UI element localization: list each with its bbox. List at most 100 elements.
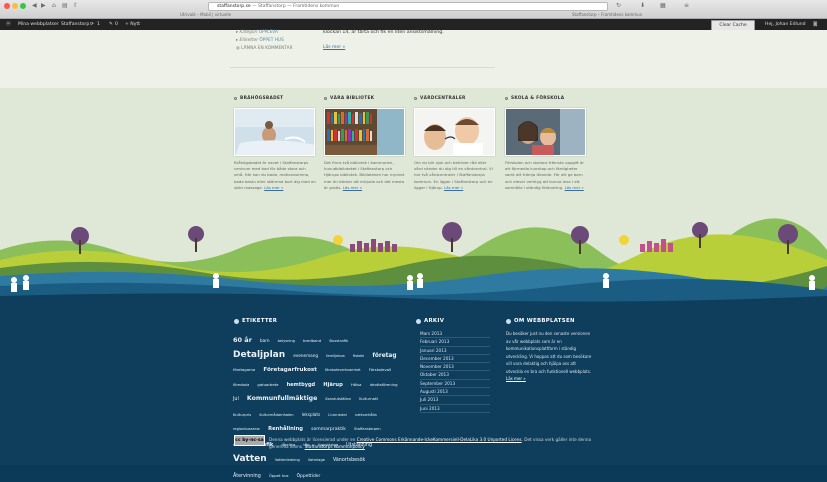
archive-month-link[interactable]: Juni 2013 — [420, 405, 490, 413]
tag-link[interactable]: bredband — [303, 338, 321, 343]
tag-link[interactable]: Konstutställan — [325, 397, 351, 401]
tag-link[interactable]: Jul — [233, 397, 239, 402]
tag-link[interactable]: föreskola — [233, 383, 249, 387]
feature-title: VÅRA BIBLIOTEK — [324, 96, 406, 101]
archive-month-link[interactable]: Augusti 2013 — [420, 388, 490, 397]
tab-staffanstorp[interactable]: Staffanstorp – Framtidens kommun — [572, 12, 642, 17]
tag-link[interactable]: regionbusserar — [233, 427, 260, 431]
forward-icon[interactable]: ▶ — [41, 2, 46, 9]
tag-link[interactable]: 60 år — [233, 336, 252, 344]
leave-comment-link[interactable]: LÄMNA EN KOMMENTAR — [241, 46, 292, 51]
tag-link[interactable]: gatuarbete — [257, 382, 278, 387]
tag-link[interactable]: företagarna — [233, 367, 255, 372]
post-tags: ▸ Etiketter ÖPPET HUS — [236, 38, 284, 43]
feature-read-more-link[interactable]: Läs mer » — [343, 185, 362, 190]
feature-read-more-link[interactable]: Läs mer » — [264, 185, 283, 190]
license-link[interactable]: Creative Commons Erkännande-IckeKommersi… — [357, 437, 522, 442]
bathhouse-photo[interactable] — [234, 108, 315, 156]
post-read-more-link[interactable]: Läs mer » — [323, 45, 345, 50]
site-name-link[interactable]: Staffanstorp — [61, 19, 89, 30]
policy-link[interactable]: Staffanstorps Kommunpolicy — [305, 444, 365, 449]
tag-link[interactable]: evenemang — [293, 353, 318, 358]
library-photo[interactable] — [324, 108, 405, 156]
tag-link[interactable]: belysning — [278, 339, 295, 343]
tag-link[interactable]: Kulturpris — [233, 412, 251, 417]
archive-month-link[interactable]: Mars 2013 — [420, 330, 490, 339]
post-category: ▸ Kategori UPPLEVA — [236, 30, 278, 35]
tag-link[interactable]: Öppet hus — [269, 473, 289, 478]
archive-month-link[interactable]: September 2013 — [420, 380, 490, 389]
share-icon[interactable]: ⇧ — [73, 2, 78, 9]
zoom-window-button[interactable] — [20, 3, 26, 9]
updates-count[interactable]: 1 — [97, 19, 100, 30]
tag-link[interactable]: familjebus — [326, 354, 345, 358]
menu-icon[interactable]: ≡ — [684, 2, 689, 9]
tag-link[interactable]: ÖPPET HUS — [259, 38, 283, 43]
tag-link[interactable]: idrottsförening — [370, 382, 398, 387]
tag-link[interactable]: förskoleverksamhet — [325, 368, 361, 372]
feature-read-more-link[interactable]: Läs mer » — [444, 185, 463, 190]
minimize-window-button[interactable] — [12, 3, 18, 9]
healthcare-photo[interactable] — [414, 108, 495, 156]
post-body: klockan 14, är tårta och fik en liten an… — [323, 30, 444, 35]
tag-link[interactable]: barn — [260, 338, 270, 343]
my-sites-link[interactable]: Mina webbplatser — [18, 19, 59, 30]
archive-month-link[interactable]: Januari 2013 — [420, 347, 490, 355]
tag-link[interactable]: Kommunfullmäktige — [247, 395, 317, 402]
feature-title: BRÅHÖGSBADET — [234, 96, 316, 101]
archive-month-link[interactable]: Juli 2013 — [420, 396, 490, 405]
archive-month-link[interactable]: December 2013 — [420, 355, 490, 364]
comments-count[interactable]: 0 — [115, 19, 118, 30]
tag-link[interactable]: Liunnedal — [328, 412, 347, 417]
tag-link[interactable]: Vänortsbesök — [333, 458, 365, 463]
about-heading: OM WEBBPLATSEN — [506, 318, 575, 324]
about-read-more-link[interactable]: Läs mer » — [506, 376, 526, 381]
new-content-link[interactable]: + Nytt — [125, 19, 140, 30]
tag-link[interactable]: Staffanstorpen — [354, 427, 381, 431]
tag-link[interactable]: Kulturnatt — [359, 396, 378, 401]
archive-month-link[interactable]: Februari 2013 — [420, 338, 490, 347]
creative-commons-badge[interactable]: cc by-nc-sa — [234, 435, 265, 446]
category-link[interactable]: UPPLEVA — [259, 30, 278, 35]
tag-link[interactable]: Återvinning — [233, 474, 261, 479]
tag-link[interactable]: Företagarfrukost — [263, 367, 317, 373]
avatar[interactable]: ◙ — [813, 19, 817, 30]
tag-link[interactable]: Hälsa — [351, 382, 362, 387]
close-window-button[interactable] — [4, 3, 10, 9]
tag-link[interactable]: Förskolevall — [369, 367, 391, 372]
tag-link[interactable]: företag — [372, 353, 396, 359]
tag-link[interactable]: Vattenledning — [275, 458, 300, 462]
archive-month-link[interactable]: Oktober 2013 — [420, 371, 490, 380]
archive-month-link[interactable]: November 2013 — [420, 363, 490, 372]
address-bar[interactable]: staffanstorp.se — Staffanstorp — Framtid… — [208, 2, 608, 11]
tag-link[interactable]: leksplats — [302, 412, 321, 417]
back-icon[interactable]: ◀ — [32, 2, 37, 9]
feature-read-more-link[interactable]: Läs mer » — [565, 185, 584, 190]
download-icon[interactable]: ⬇ — [640, 2, 645, 9]
tag-link[interactable]: nattvarhålla — [355, 413, 377, 417]
tag-link[interactable]: Detaljplan — [233, 350, 285, 360]
reload-icon[interactable]: ↻ — [616, 2, 621, 9]
greeting-link[interactable]: Hej, Johan Edlund — [765, 19, 806, 30]
feature-healthcare: VÅRDCENTRALER Om du blir sjuk och behöve… — [414, 96, 496, 191]
tag-link[interactable]: Vatten — [233, 454, 267, 464]
school-photo[interactable] — [505, 108, 586, 156]
tag-link[interactable]: Kulturmådamhalen — [259, 413, 293, 417]
tag-link[interactable]: Renhållning — [268, 426, 303, 432]
tag-link[interactable]: Vatmlage — [308, 458, 325, 462]
bookmarks-icon[interactable]: ▤ — [62, 2, 68, 9]
bullet-icon — [506, 318, 511, 324]
tag-link[interactable]: sommarpraktik — [311, 427, 346, 432]
wordpress-logo-icon[interactable]: ⓦ — [6, 19, 11, 30]
updates-icon[interactable]: ⟳ — [90, 19, 94, 30]
tag-link[interactable]: fiskeki — [353, 354, 364, 358]
tag-link[interactable]: Hjärup — [323, 382, 343, 388]
bullet-icon — [416, 318, 421, 324]
extensions-icon[interactable]: ▦ — [660, 2, 666, 9]
tag-link[interactable]: Busstrafik — [329, 338, 348, 343]
tab-utrivalo[interactable]: Utrivaló – Mobil | virtuelle — [180, 12, 231, 17]
tag-link[interactable]: Öppettider — [297, 474, 321, 479]
tag-link[interactable]: hemtbygd — [287, 382, 316, 388]
comments-icon[interactable]: ✎ — [109, 19, 113, 30]
home-icon[interactable]: ⌂ — [52, 2, 56, 9]
